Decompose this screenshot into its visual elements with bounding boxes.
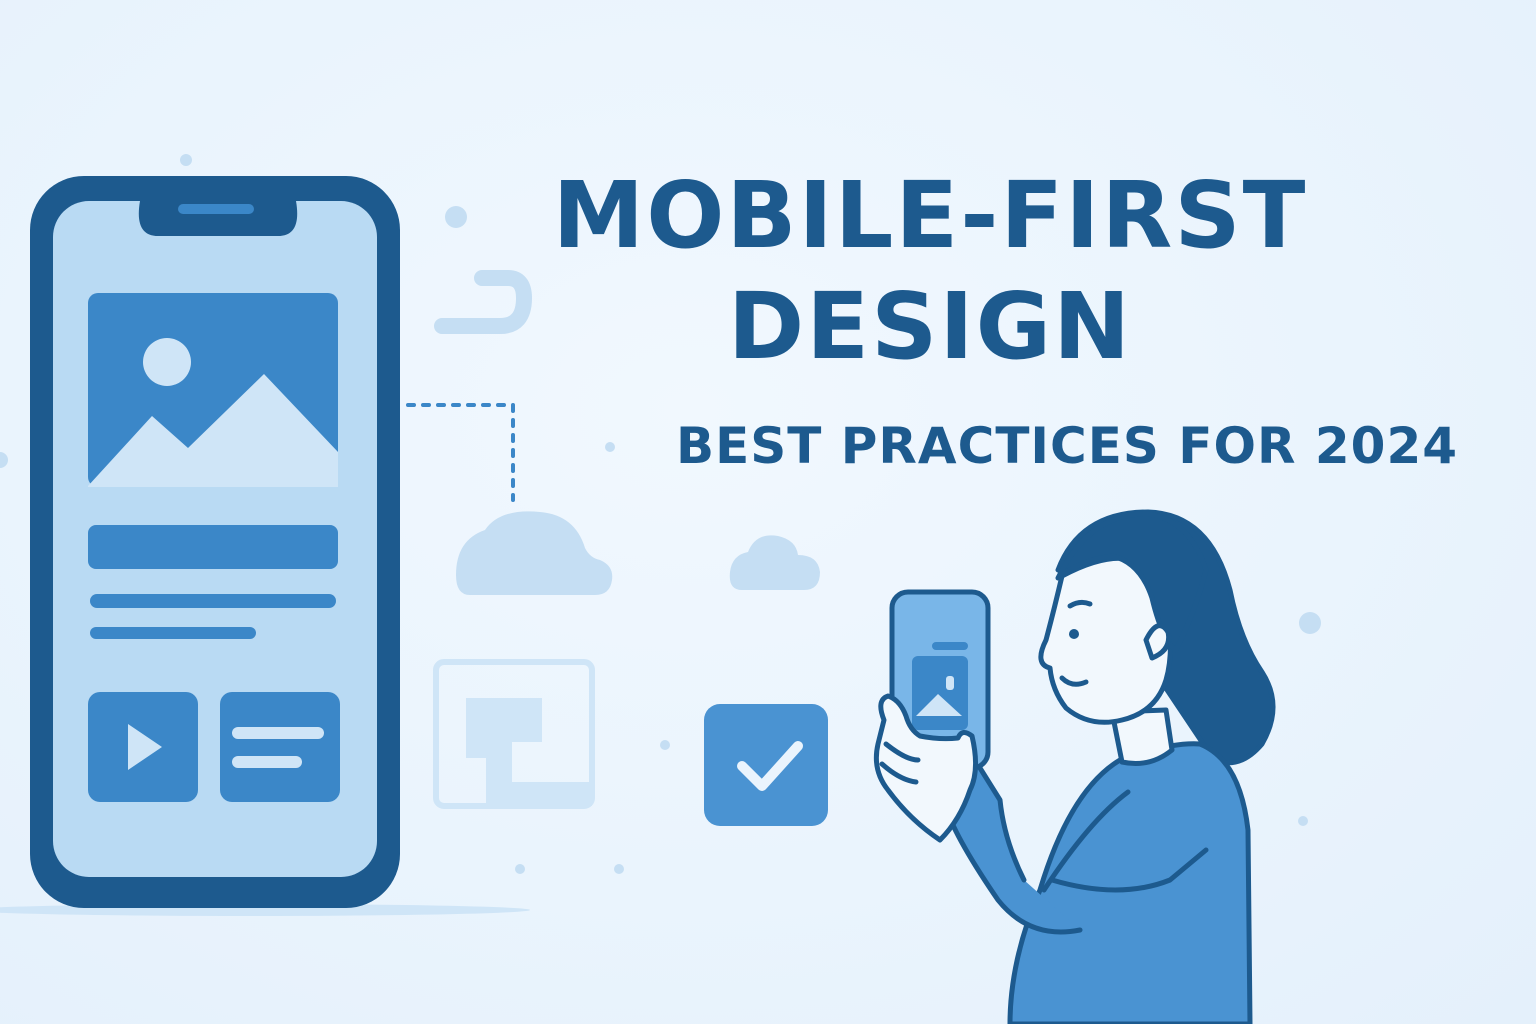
dotted-connector [406,403,515,502]
text-line-short [90,627,256,639]
smartphone-illustration [30,176,400,908]
illustration-scene [0,154,1321,1024]
woman-holding-phone-illustration [873,509,1276,1024]
title-line-2: DESIGN [727,273,1133,380]
subtitle: BEST PRACTICES FOR 2024 [676,417,1459,475]
image-placeholder-icon [88,293,338,487]
checkmark-icon [704,704,828,826]
page-title: MOBILE-FIRST DESIGN [553,158,1380,380]
speaker-slot [178,204,254,214]
text-line [90,594,336,608]
cloud-icon [456,511,613,595]
heading-bar [88,525,338,569]
title-line-1: MOBILE-FIRST [552,162,1308,269]
text-card-icon [220,692,340,802]
play-icon [88,692,198,802]
hero-banner: MOBILE-FIRST DESIGN BEST PRACTICES FOR 2… [0,0,1536,1024]
small-cloud-icon [729,535,820,590]
layout-frame-icon [433,659,595,809]
